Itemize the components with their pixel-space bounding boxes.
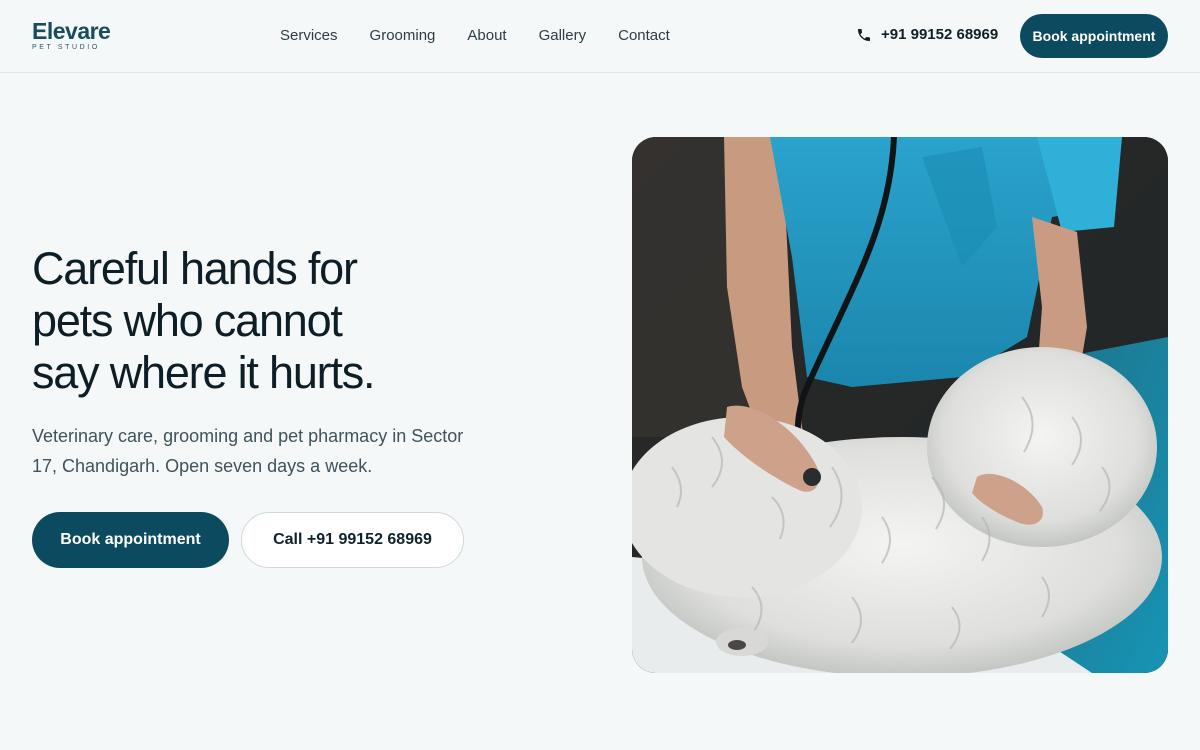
nav-item-grooming[interactable]: Grooming [370,26,436,46]
hero-title: Careful hands for pets who cannot say wh… [32,243,492,399]
site-header: Elevare PET STUDIO Services Grooming Abo… [0,0,1200,73]
vet-dog-illustration [632,137,1168,673]
logo-name: Elevare [32,18,111,44]
header-phone-link[interactable]: +91 99152 68969 [856,26,998,43]
hero-title-line: Careful hands for [32,243,358,294]
hero-title-line: say where it hurts. [32,347,376,398]
hero-call-button[interactable]: Call +91 99152 68969 [241,512,464,568]
logo[interactable]: Elevare PET STUDIO [32,18,111,52]
header-phone-number: +91 99152 68969 [881,26,999,43]
hero-book-appointment-button[interactable]: Book appointment [32,512,229,568]
nav-item-services[interactable]: Services [280,26,338,46]
main-nav: Services Grooming About Gallery Contact [280,26,670,46]
hero-photo-vet-examining-dog [632,137,1168,673]
nav-item-gallery[interactable]: Gallery [539,26,587,46]
header-book-appointment-button[interactable]: Book appointment [1020,14,1168,58]
hero-title-line: pets who cannot [32,295,343,346]
hero-subtitle: Veterinary care, grooming and pet pharma… [32,426,464,476]
nav-item-contact[interactable]: Contact [618,26,670,46]
logo-tagline: PET STUDIO [32,44,100,51]
nav-item-about[interactable]: About [467,26,506,46]
phone-icon [858,28,870,41]
